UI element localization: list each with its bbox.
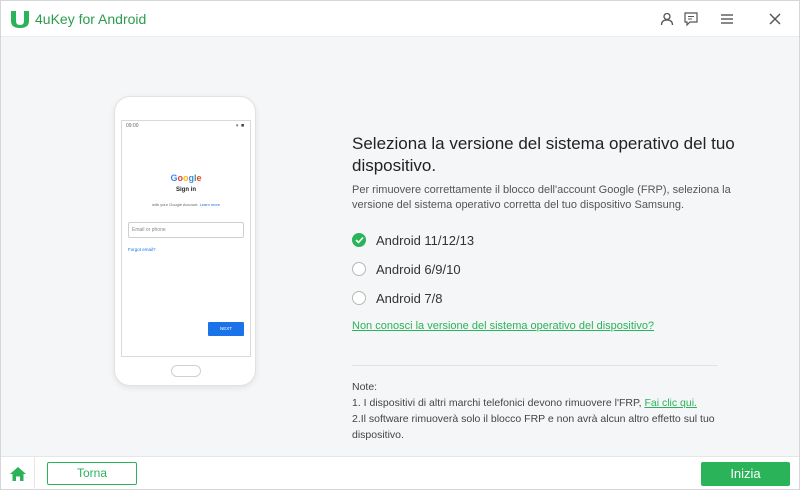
note-title: Note: [352,381,378,393]
phone-sign-in-title: Sign in [176,187,196,193]
home-button[interactable] [1,457,35,490]
radio-android-7-8[interactable] [352,291,366,305]
radio-android-6-9-10[interactable] [352,262,366,276]
page-title: Seleziona la versione del sistema operat… [352,134,735,175]
option-label: Android 7/8 [376,290,443,306]
option-label: Android 11/12/13 [376,232,475,248]
app-window: 4uKey for Android 09:00 ▾ ◾ Google Sign … [0,0,800,490]
app-logo-icon [11,11,29,28]
google-logo-text: Google [170,173,201,183]
phone-next-button: NEXT [208,322,244,336]
feedback-icon[interactable] [682,10,700,28]
phone-screen: 09:00 ▾ ◾ Google Sign in with your Googl… [121,120,251,357]
user-icon[interactable] [658,10,676,28]
phone-status-time: 09:00 [126,123,139,129]
radio-android-11-12-13[interactable] [352,233,366,247]
note-line-1-text: 1. I dispositivi di altri marchi telefon… [352,397,645,409]
title-bar: 4uKey for Android [1,1,799,37]
note-line-2: 2.Il software rimuoverà solo il blocco F… [352,413,715,441]
google-logo: Google [122,173,250,183]
option-android-7-8[interactable]: Android 7/8 [352,290,443,306]
note-section: Note: 1. I dispositivi di altri marchi t… [352,379,732,443]
close-icon[interactable] [766,10,784,28]
phone-sign-in-subtitle: with your Google Account. Learn more [122,202,250,207]
phone-subtitle-text: with your Google Account. [151,202,200,207]
option-android-11-12-13[interactable]: Android 11/12/13 [352,232,474,248]
divider [352,365,718,366]
home-icon [9,466,26,481]
note-line-1: 1. I dispositivi di altri marchi telefon… [352,395,732,411]
phone-illustration: 09:00 ▾ ◾ Google Sign in with your Googl… [114,96,256,386]
option-label: Android 6/9/10 [376,261,461,277]
phone-forgot-email-link: Forgot email? [128,247,156,252]
phone-status-icons: ▾ ◾ [235,123,246,129]
menu-icon[interactable] [718,10,736,28]
bottom-bar: Torna Inizia [1,456,799,490]
phone-email-field: Email or phone [128,222,244,238]
start-button[interactable]: Inizia [701,462,790,486]
click-here-link[interactable]: Fai clic qui. [644,397,697,409]
main-panel: 09:00 ▾ ◾ Google Sign in with your Googl… [1,38,799,456]
back-button[interactable]: Torna [47,462,137,485]
unknown-os-version-link[interactable]: Non conosci la versione del sistema oper… [352,320,654,332]
google-logo-letter: e [196,173,202,183]
phone-learn-more-link: Learn more [199,202,221,207]
option-android-6-9-10[interactable]: Android 6/9/10 [352,261,461,277]
page-description: Per rimuovere correttamente il blocco de… [352,184,731,211]
app-title: 4uKey for Android [35,11,147,27]
phone-home-button [171,365,201,377]
